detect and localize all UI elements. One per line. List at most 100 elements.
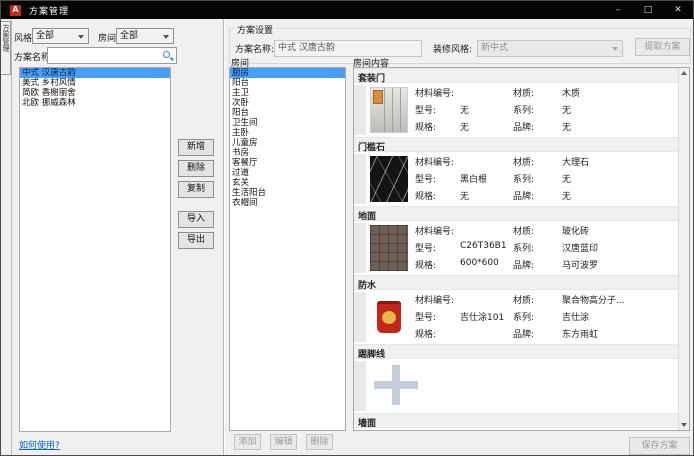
- field-row: 规格: 品牌: 东方雨虹: [415, 327, 674, 344]
- list-item[interactable]: 阳台: [230, 108, 345, 118]
- delete-scheme-button[interactable]: 删除: [178, 160, 214, 177]
- row-strip: [354, 154, 366, 204]
- field-row: 规格: 600*600 品牌: 马可波罗: [415, 258, 674, 275]
- field-value: 600*600: [460, 258, 499, 268]
- search-button[interactable]: [161, 49, 175, 62]
- list-item[interactable]: 阳台: [230, 78, 345, 88]
- add-scheme-button[interactable]: 新增: [178, 139, 214, 156]
- field-value: 汉唐蓝印: [562, 241, 598, 254]
- material-row[interactable]: 材料编号: 材质: 聚合物高分子... 型号: 吉仕涂101 系列: 吉仕涂 规…: [354, 290, 678, 344]
- list-item[interactable]: 客餐厅: [230, 158, 345, 168]
- field-row: 型号: 无 系列: 无: [415, 103, 674, 120]
- list-item[interactable]: 次卧: [230, 98, 345, 108]
- field-row: 材料编号: 材质: 木质: [415, 86, 674, 103]
- list-item-label: 生活阳台: [232, 188, 266, 198]
- material-thumbnail: [370, 225, 408, 271]
- field-label: 材质:: [513, 293, 534, 306]
- row-strip: [354, 85, 366, 135]
- list-item[interactable]: 简欧 香榭丽舍: [20, 88, 170, 98]
- scheme-name-search-input[interactable]: [47, 47, 177, 64]
- room-filter-dropdown[interactable]: 全部: [116, 28, 174, 44]
- list-item[interactable]: 卫生间: [230, 118, 345, 128]
- scroll-down-icon[interactable]: [679, 419, 690, 430]
- room-filter-value: 全部: [120, 31, 138, 41]
- delete-room-button: 删除: [306, 434, 333, 450]
- minimize-button[interactable]: –: [603, 1, 633, 19]
- material-thumbnail: [370, 294, 408, 340]
- list-item[interactable]: 中式 汉唐古韵: [20, 68, 170, 78]
- field-label: 品牌:: [513, 258, 534, 271]
- list-item-label: 厨房: [232, 68, 249, 78]
- scheme-list[interactable]: 中式 汉唐古韵 美式 乡村风情 简欧 香榭丽舍 北欧 挪威森林: [19, 67, 171, 432]
- field-label: 系列:: [513, 172, 534, 185]
- list-item[interactable]: 衣帽间: [230, 198, 345, 208]
- material-row[interactable]: 材料编号: 材质: 木质 型号: 无 系列: 无 规格: 无 品牌: 无: [354, 83, 678, 137]
- list-item-label: 次卧: [232, 98, 249, 108]
- field-value: 木质: [562, 86, 580, 99]
- list-item[interactable]: 美式 乡村风情: [20, 78, 170, 88]
- list-item-label: 玄关: [232, 178, 249, 188]
- scheme-name-label: 方案名称: [14, 50, 50, 63]
- material-section: 踢脚线: [354, 344, 678, 413]
- field-value: 聚合物高分子...: [562, 293, 625, 306]
- material-section-header: 踢脚线: [354, 344, 678, 359]
- material-row[interactable]: 材料编号: 材质: 玻化砖: [354, 428, 678, 431]
- list-item[interactable]: 玄关: [230, 178, 345, 188]
- help-link[interactable]: 如何使用?: [19, 438, 60, 451]
- field-row: 型号: 黑白根 系列: 无: [415, 172, 674, 189]
- field-label: 型号:: [415, 172, 436, 185]
- scrollbar[interactable]: [678, 68, 689, 430]
- field-label: 规格:: [415, 189, 436, 202]
- material-thumbnail: [370, 156, 408, 202]
- room-list[interactable]: 厨房 阳台 主卫 次卧 阳台 卫生间 主卧 儿童房 书房 客餐厅 过道 玄关 生…: [229, 67, 346, 431]
- chevron-down-icon: [612, 47, 618, 51]
- material-section: 防水 材料编号: 材质: 聚合物高分子... 型号: 吉仕涂101 系列: 吉仕…: [354, 275, 678, 344]
- field-value: 吉仕涂: [562, 310, 589, 323]
- field-value: 大理石: [562, 155, 589, 168]
- material-sections: 套装门 材料编号: 材质: 木质 型号: 无 系列: 无 规格: 无 品牌: 无…: [354, 68, 678, 431]
- panel-divider: [223, 19, 225, 455]
- material-fields: 材料编号: 材质: 大理石 型号: 黑白根 系列: 无 规格: 无 品牌: 无: [415, 155, 674, 206]
- material-row[interactable]: [354, 359, 678, 413]
- maximize-button[interactable]: □: [633, 1, 663, 19]
- field-value: 无: [460, 120, 469, 133]
- list-item[interactable]: 过道: [230, 168, 345, 178]
- style-filter-dropdown[interactable]: 全部: [32, 28, 89, 44]
- field-value: 无: [562, 103, 571, 116]
- scroll-up-icon[interactable]: [679, 68, 690, 79]
- search-icon: [163, 51, 170, 58]
- list-item[interactable]: 北欧 挪威森林: [20, 98, 170, 108]
- decor-style-label: 装修风格:: [433, 42, 472, 55]
- list-item[interactable]: 儿童房: [230, 138, 345, 148]
- export-button[interactable]: 导出: [178, 232, 214, 249]
- list-item-label: 主卧: [232, 128, 249, 138]
- field-label: 系列:: [513, 310, 534, 323]
- field-value: 无: [460, 189, 469, 202]
- field-label: 规格:: [415, 327, 436, 340]
- import-button[interactable]: 导入: [178, 211, 214, 228]
- list-item[interactable]: 主卧: [230, 128, 345, 138]
- field-label: 规格:: [415, 120, 436, 133]
- list-item[interactable]: 主卫: [230, 88, 345, 98]
- list-item-label: 主卫: [232, 88, 249, 98]
- list-item[interactable]: 书房: [230, 148, 345, 158]
- material-row[interactable]: 材料编号: 材质: 玻化砖 型号: C26T36B1 系列: 汉唐蓝印 规格: …: [354, 221, 678, 275]
- material-section-header: 地面: [354, 206, 678, 221]
- list-item[interactable]: 生活阳台: [230, 188, 345, 198]
- settings-name-value: 中式 汉唐古韵: [278, 43, 335, 53]
- add-material-icon[interactable]: [368, 363, 424, 407]
- field-row: 材料编号: 材质: 聚合物高分子...: [415, 293, 674, 310]
- close-button[interactable]: ✕: [663, 1, 693, 19]
- field-row: 型号: 吉仕涂101 系列: 吉仕涂: [415, 310, 674, 327]
- field-value: 马可波罗: [562, 258, 598, 271]
- copy-scheme-button[interactable]: 复制: [178, 181, 214, 198]
- list-item[interactable]: 厨房: [230, 68, 345, 78]
- title-bar[interactable]: A 方案管理 – □ ✕: [1, 1, 693, 19]
- side-tab[interactable]: 方案管理: [1, 21, 11, 75]
- material-section: 地面 材料编号: 材质: 玻化砖 型号: C26T36B1 系列: 汉唐蓝印 规…: [354, 206, 678, 275]
- field-value: 无: [460, 103, 469, 116]
- field-label: 材质:: [513, 224, 534, 237]
- field-label: 系列:: [513, 241, 534, 254]
- settings-name-input[interactable]: 中式 汉唐古韵: [274, 40, 422, 57]
- material-row[interactable]: 材料编号: 材质: 大理石 型号: 黑白根 系列: 无 规格: 无 品牌: 无: [354, 152, 678, 206]
